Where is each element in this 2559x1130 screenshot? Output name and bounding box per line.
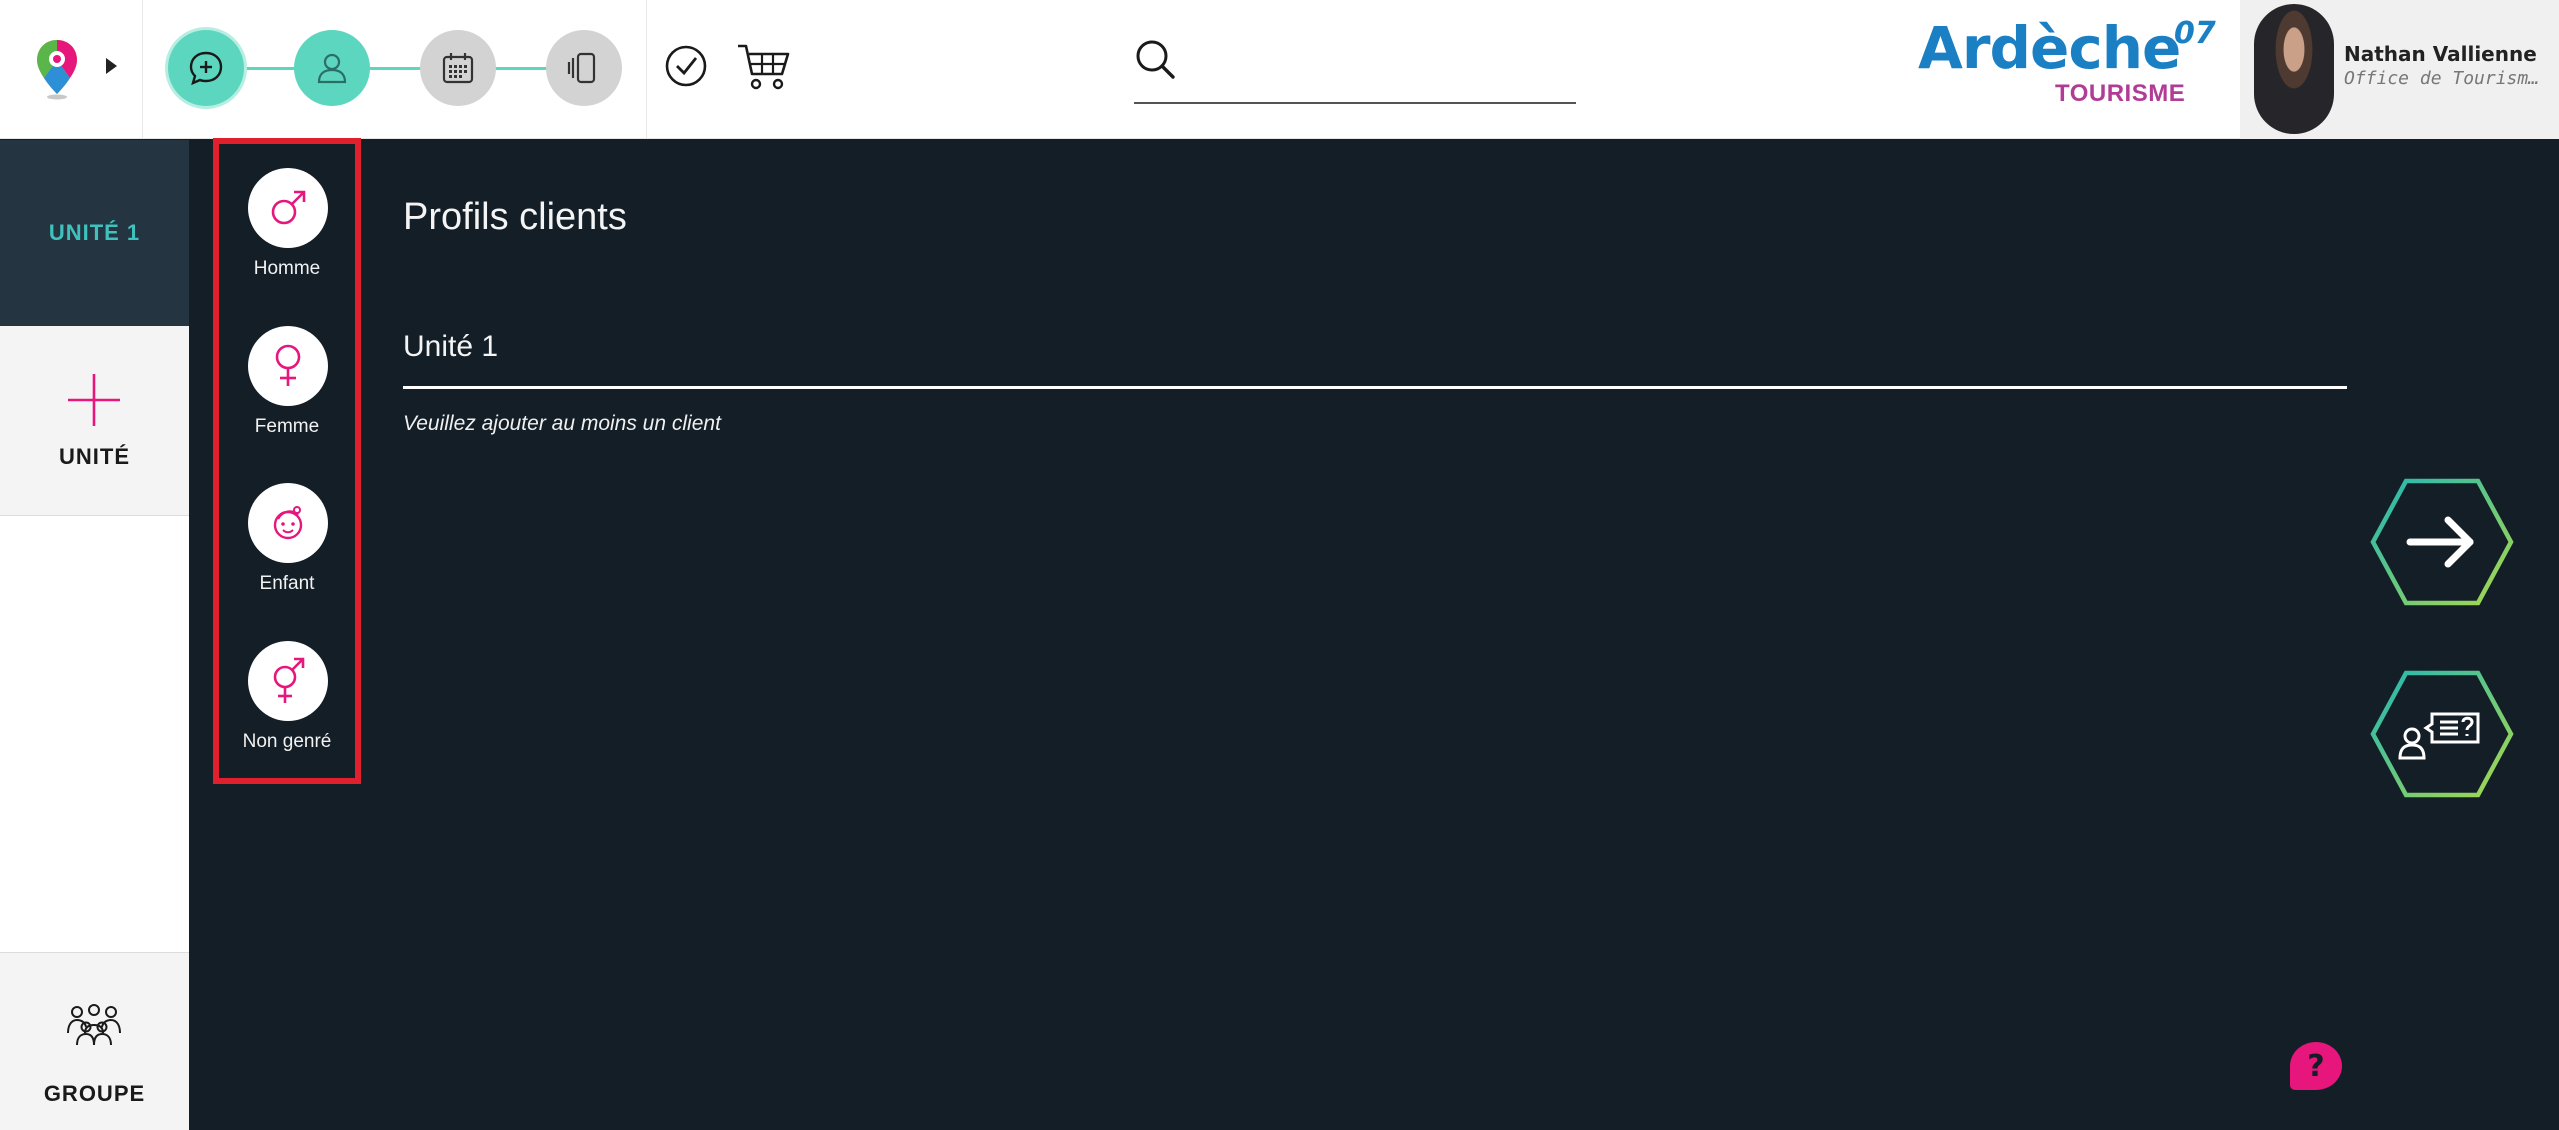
profile-enfant[interactable]: Enfant xyxy=(219,459,355,609)
profile-femme[interactable]: Femme xyxy=(219,302,355,452)
child-face-icon xyxy=(273,506,303,540)
shopping-cart-icon[interactable] xyxy=(736,40,792,92)
brand-subtitle: TOURISME xyxy=(2055,80,2186,107)
group-people-icon xyxy=(67,1004,121,1046)
profile-homme[interactable]: Homme xyxy=(219,144,355,294)
unit-heading: Unité 1 xyxy=(403,330,499,363)
avatar[interactable] xyxy=(2254,4,2334,134)
profile-non-genre-circle xyxy=(248,641,328,721)
unit-tab-label: UNITÉ 1 xyxy=(48,220,141,245)
group-button[interactable]: GROUPE xyxy=(0,952,189,1130)
profile-enfant-circle xyxy=(248,483,328,563)
step-clients[interactable] xyxy=(294,30,370,106)
units-sidebar: UNITÉ 1 UNITÉ GROUPE xyxy=(0,140,189,1130)
page-title: Profils clients xyxy=(403,196,627,238)
profile-homme-circle xyxy=(248,168,328,248)
profile-picker: Homme Femme Enfant Non genré xyxy=(213,138,361,784)
profile-homme-label: Homme xyxy=(253,258,321,279)
search-icon[interactable] xyxy=(1134,38,1176,80)
chat-plus-icon xyxy=(189,51,223,86)
brand-name: Ardèche xyxy=(1918,14,2181,82)
profile-femme-circle xyxy=(248,326,328,406)
empty-clients-message: Veuillez ajouter au moins un client xyxy=(403,412,721,435)
booking-steps xyxy=(168,30,622,106)
brand-superscript: 07 xyxy=(2174,16,2216,51)
profile-femme-label: Femme xyxy=(254,416,320,437)
male-symbol-icon xyxy=(271,190,306,225)
client-questionnaire-button[interactable] xyxy=(2370,670,2514,798)
header-divider xyxy=(646,0,647,139)
header-divider xyxy=(142,0,143,139)
help-question-icon: ? xyxy=(2307,1048,2325,1084)
user-profile[interactable]: Nathan Vallienne Office de Tourisme Ardè… xyxy=(2240,0,2559,139)
top-header: Ardèche 07 TOURISME Nathan Vallienne Off… xyxy=(0,0,2559,139)
validate-check-icon[interactable] xyxy=(664,44,708,88)
unit-tab-1[interactable]: UNITÉ 1 xyxy=(0,140,189,326)
add-unit-button[interactable]: UNITÉ xyxy=(0,326,189,516)
search-bar xyxy=(1134,32,1576,104)
step-dates[interactable] xyxy=(420,30,496,106)
cards-icon xyxy=(567,52,596,84)
step-offers[interactable] xyxy=(546,30,622,106)
arrow-right-icon xyxy=(2406,516,2474,568)
plus-icon xyxy=(68,374,120,426)
expand-menu-caret-icon[interactable] xyxy=(106,58,117,74)
search-input[interactable] xyxy=(1190,40,1570,82)
user-icon xyxy=(317,53,347,84)
profile-non-genre[interactable]: Non genré xyxy=(219,617,355,767)
profile-non-genre-label: Non genré xyxy=(242,731,332,752)
calendar-icon xyxy=(442,53,474,84)
gender-neutral-icon xyxy=(273,657,305,703)
user-name: Nathan Vallienne xyxy=(2344,42,2537,66)
step-request[interactable] xyxy=(168,30,244,106)
unit-divider xyxy=(403,386,2347,389)
group-label: GROUPE xyxy=(43,1081,146,1106)
brand-logo: Ardèche 07 TOURISME xyxy=(1918,14,2216,114)
add-unit-label: UNITÉ xyxy=(59,444,130,469)
app-logo-pin-icon[interactable] xyxy=(34,38,80,100)
user-organization: Office de Tourisme Ardèche xyxy=(2344,68,2549,89)
female-symbol-icon xyxy=(275,344,301,386)
help-button[interactable]: ? xyxy=(2290,1042,2342,1090)
next-step-button[interactable] xyxy=(2370,478,2514,606)
profile-enfant-label: Enfant xyxy=(259,573,315,594)
user-question-card-icon xyxy=(2398,712,2480,760)
